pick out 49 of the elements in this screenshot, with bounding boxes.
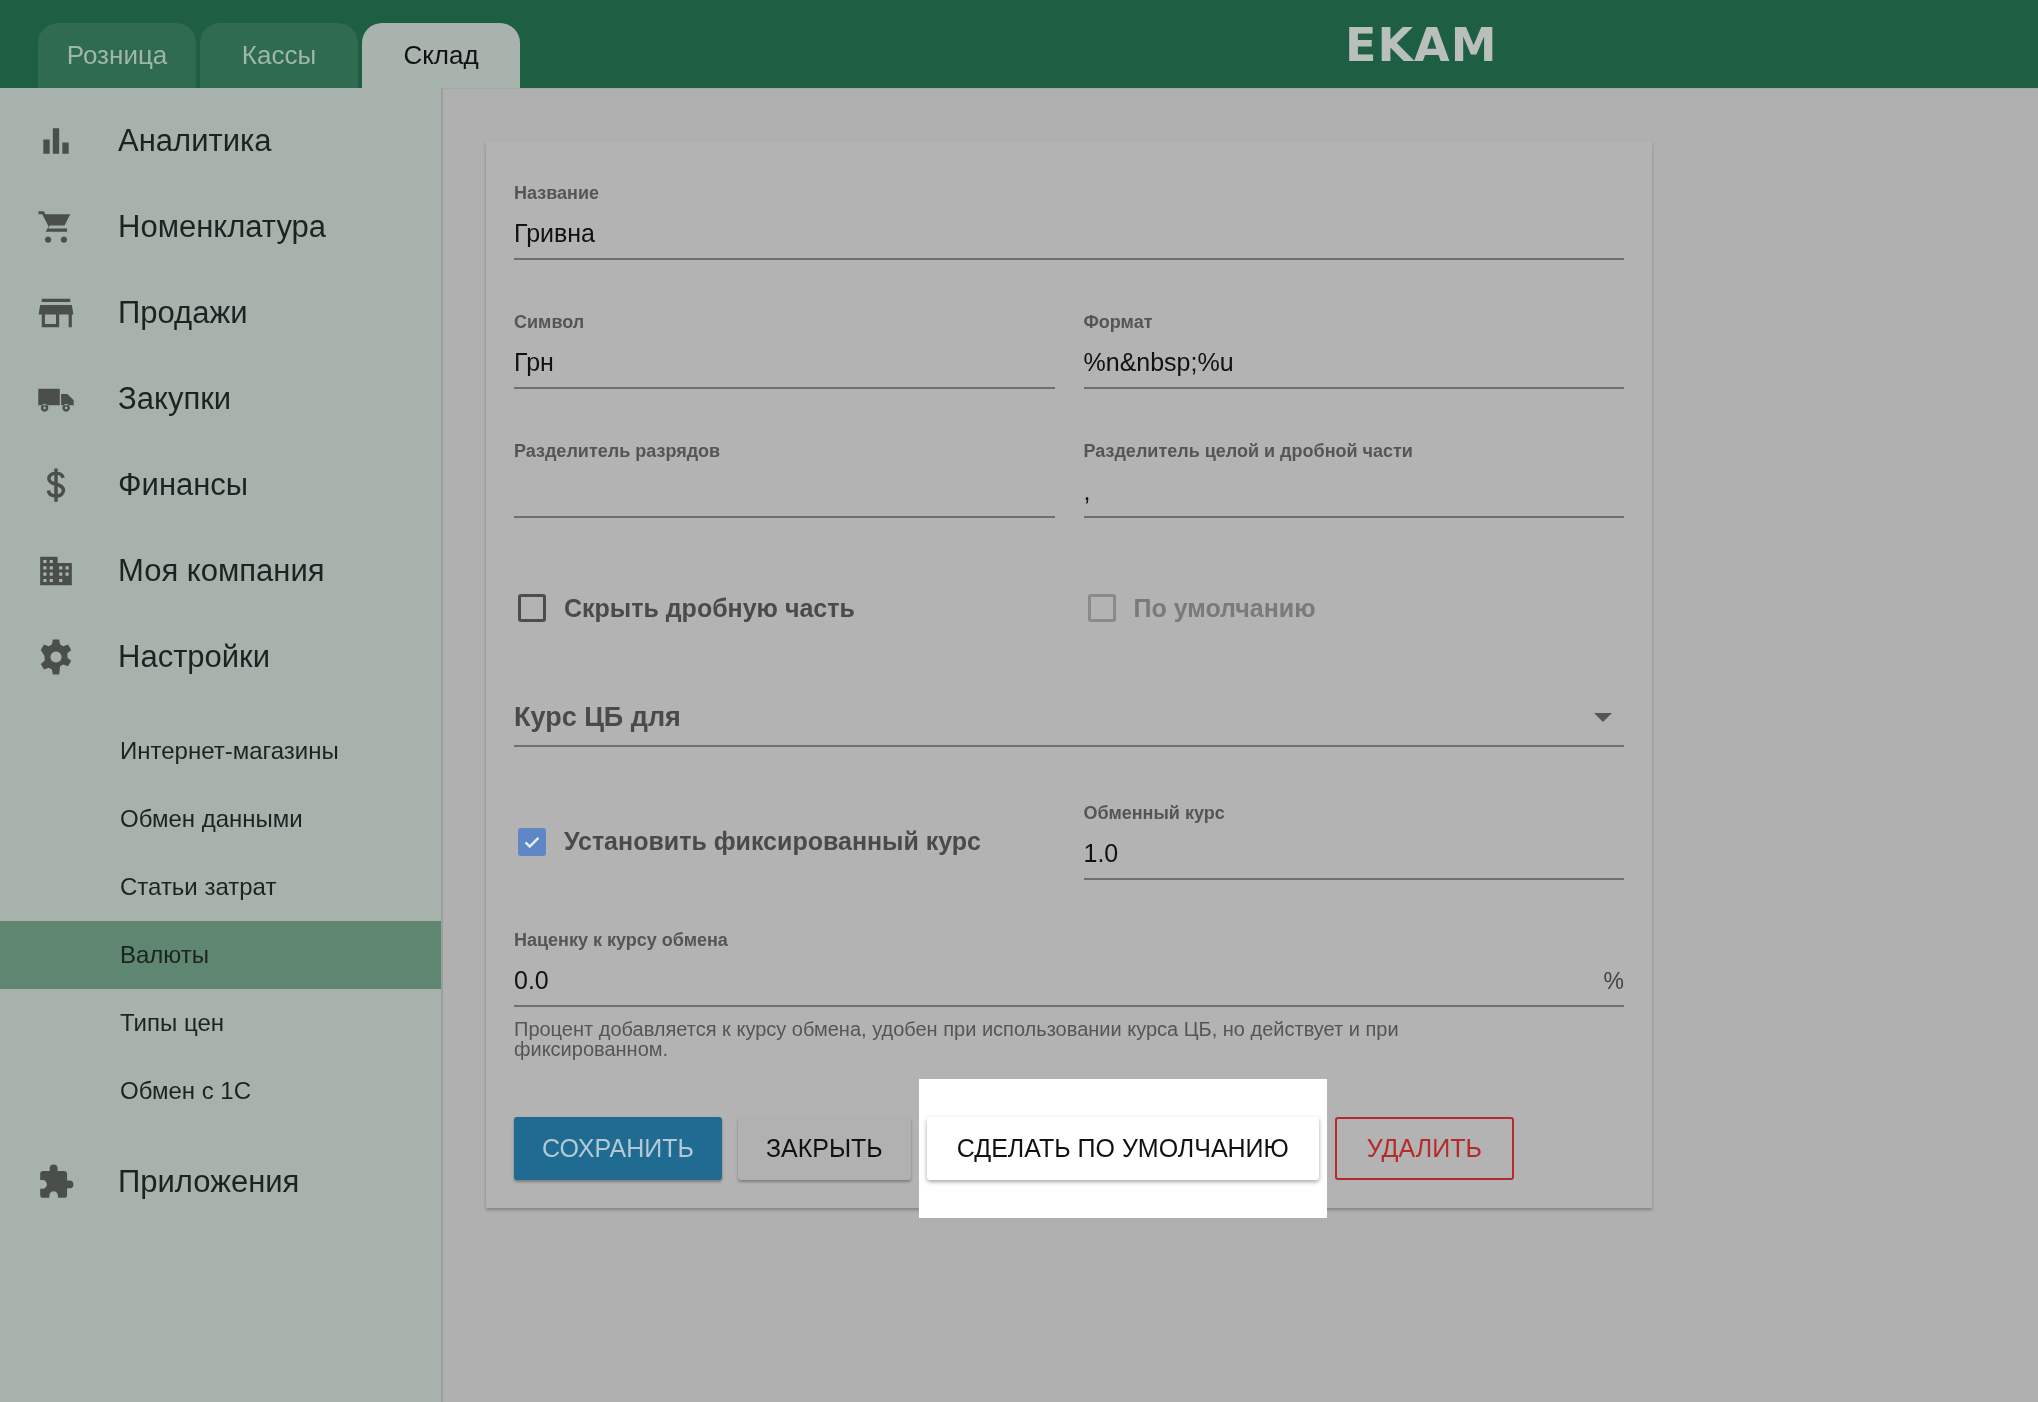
field-label: Символ (514, 312, 586, 332)
nav-item-label: Продажи (118, 295, 248, 331)
nav-item[interactable]: Приложения (0, 1139, 441, 1225)
symbol-field[interactable]: Грн (514, 340, 1055, 389)
checkbox-label: По умолчанию (1133, 593, 1316, 623)
nav-item-label: Моя компания (118, 553, 325, 589)
nav-item-label: Настройки (118, 639, 270, 675)
sub-nav-item[interactable]: Типы цен (0, 989, 441, 1057)
name-field[interactable]: Гривна (514, 211, 1624, 260)
nav-item[interactable]: Номенклатура (0, 184, 441, 270)
field-label: Обменный курс (1083, 803, 1226, 823)
make-default-button[interactable]: СДЕЛАТЬ ПО УМОЛЧАНИЮ (926, 1117, 1319, 1180)
percent-suffix: % (1603, 968, 1624, 996)
checkbox-label: Установить фиксированный курс (564, 827, 981, 856)
sub-nav-item[interactable]: Обмен данными (0, 785, 441, 853)
puzzle-icon (37, 1163, 75, 1201)
field-label: Название (514, 183, 600, 203)
helper-text: Процент добавляется к курсу обмена, удобен при использовании курса ЦБ, но действует и при фиксированном. (514, 1019, 1400, 1059)
sub-nav-item[interactable]: Обмен с 1С (0, 1057, 441, 1125)
field-label: Разделитель разрядов (514, 441, 722, 461)
sub-nav-item[interactable]: Интернет-магазины (0, 717, 441, 785)
nav-item-label: Приложения (118, 1164, 300, 1200)
field-label: Формат (1083, 312, 1154, 332)
sub-nav-item[interactable]: Валюты (0, 921, 441, 989)
checkbox[interactable] (518, 827, 546, 856)
nav-item[interactable]: Финансы (0, 442, 441, 528)
decimal-separator-field[interactable]: , (1083, 469, 1624, 518)
markup-field[interactable]: 0.0 (514, 958, 1604, 1005)
sub-nav-item[interactable]: Статьи затрат (0, 853, 441, 921)
checkbox-label: Скрыть дробную часть (564, 593, 855, 623)
nav-item-label: Номенклатура (118, 209, 327, 245)
dropdown-caret-icon (1594, 713, 1612, 722)
field-label: Разделитель целой и дробной части (1083, 441, 1414, 461)
tab[interactable]: Склад (362, 23, 520, 88)
rate-select[interactable]: Курс ЦБ для (514, 702, 1624, 747)
nav-item[interactable]: Моя компания (0, 528, 441, 614)
nav-item-label: Финансы (118, 467, 249, 503)
format-field[interactable]: %n&nbsp;%u (1083, 340, 1624, 389)
nav-item-label: Аналитика (118, 123, 272, 159)
checkbox[interactable] (518, 594, 546, 622)
nav-item[interactable]: Настройки (0, 614, 441, 700)
nav-item[interactable]: Закупки (0, 356, 441, 442)
close-button[interactable]: ЗАКРЫТЬ (737, 1117, 911, 1180)
exchange-rate-field[interactable]: 1.0 (1083, 831, 1624, 880)
nav-item[interactable]: Аналитика (0, 98, 441, 184)
nav-item-label: Закупки (118, 381, 232, 417)
field-label: Наценку к курсу обмена (514, 930, 729, 950)
nav-item[interactable]: Продажи (0, 270, 441, 356)
logo: EKAM (1345, 18, 1498, 72)
